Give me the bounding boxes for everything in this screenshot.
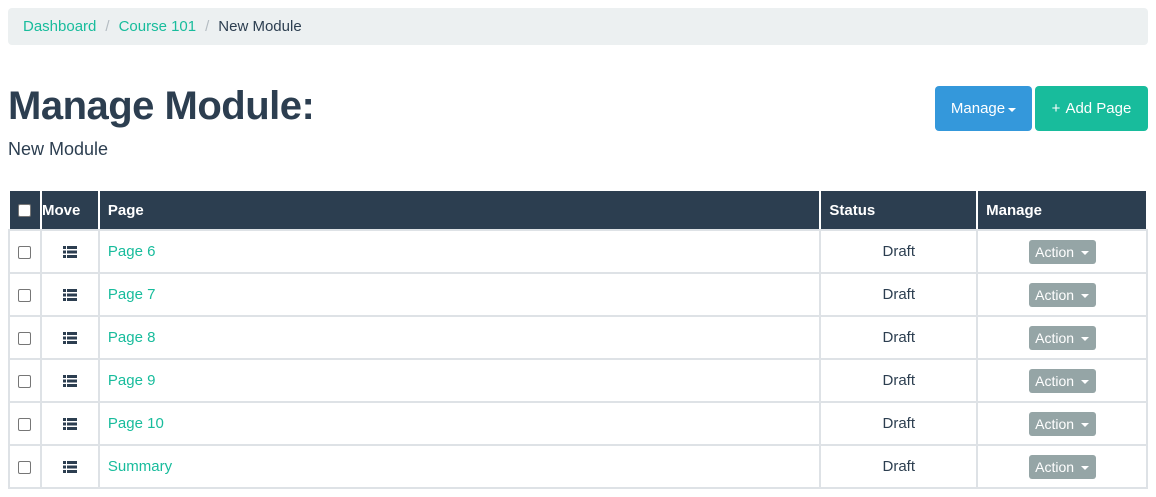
row-checkbox[interactable] <box>18 245 32 259</box>
row-checkbox[interactable] <box>18 331 32 345</box>
row-manage-cell: Action <box>976 315 1148 360</box>
row-select-cell <box>8 229 42 274</box>
row-page-cell: Page 10 <box>97 401 822 446</box>
manage-dropdown-button[interactable]: Manage <box>935 86 1032 131</box>
page-link[interactable]: Page 9 <box>108 372 156 389</box>
add-page-label: Add Page <box>1065 100 1132 117</box>
action-dropdown-button[interactable]: Action <box>1028 368 1096 393</box>
action-dropdown-button[interactable]: Action <box>1028 239 1096 264</box>
page-link[interactable]: Page 10 <box>108 415 164 432</box>
select-all-checkbox[interactable] <box>18 204 32 218</box>
row-status: Draft <box>819 358 979 403</box>
header-move: Move <box>39 189 100 231</box>
row-select-cell <box>8 444 42 489</box>
row-move-cell <box>39 444 100 489</box>
row-select-cell <box>8 401 42 446</box>
list-icon[interactable] <box>62 375 77 388</box>
caret-down-icon <box>1081 465 1090 470</box>
action-button-label: Action <box>1035 372 1075 389</box>
row-manage-cell: Action <box>976 444 1148 489</box>
table-row: Page 6 Draft Action <box>8 229 1148 274</box>
page-link[interactable]: Page 7 <box>108 286 156 303</box>
row-checkbox[interactable] <box>18 288 32 302</box>
action-dropdown-button[interactable]: Action <box>1028 325 1096 350</box>
caret-down-icon <box>1008 107 1017 112</box>
breadcrumb-separator: / <box>205 18 210 35</box>
plus-icon: + <box>1051 100 1061 117</box>
row-select-cell <box>8 315 42 360</box>
row-move-cell <box>39 358 100 403</box>
row-status: Draft <box>819 229 979 274</box>
action-dropdown-button[interactable]: Action <box>1028 411 1096 436</box>
row-status: Draft <box>819 444 979 489</box>
row-checkbox[interactable] <box>18 417 32 431</box>
page-link[interactable]: Page 8 <box>108 329 156 346</box>
page-link[interactable]: Summary <box>108 458 172 475</box>
breadcrumb-current: New Module <box>218 18 302 35</box>
page-title: Manage Module: <box>8 84 315 128</box>
action-button-label: Action <box>1035 458 1075 475</box>
row-status: Draft <box>819 401 979 446</box>
action-button-label: Action <box>1035 243 1075 260</box>
action-dropdown-button[interactable]: Action <box>1028 454 1096 479</box>
table-header-row: Move Page Status Manage <box>8 189 1148 231</box>
row-manage-cell: Action <box>976 358 1148 403</box>
page-subtitle: New Module <box>8 139 109 159</box>
row-select-cell <box>8 272 42 317</box>
row-page-cell: Page 7 <box>97 272 822 317</box>
header-select-all <box>8 189 42 231</box>
row-move-cell <box>39 315 100 360</box>
row-manage-cell: Action <box>976 272 1148 317</box>
caret-down-icon <box>1081 250 1090 255</box>
manage-button-label: Manage <box>950 100 1006 117</box>
header-manage: Manage <box>976 189 1148 231</box>
header-status: Status <box>819 189 979 231</box>
list-icon[interactable] <box>62 418 77 431</box>
table-row: Page 7 Draft Action <box>8 272 1148 317</box>
caret-down-icon <box>1081 422 1090 427</box>
table-row: Summary Draft Action <box>8 444 1148 489</box>
row-checkbox[interactable] <box>18 374 32 388</box>
caret-down-icon <box>1081 379 1090 384</box>
row-select-cell <box>8 358 42 403</box>
row-page-cell: Summary <box>97 444 822 489</box>
row-checkbox[interactable] <box>18 460 32 474</box>
action-button-label: Action <box>1035 329 1075 346</box>
action-button-label: Action <box>1035 286 1075 303</box>
caret-down-icon <box>1081 293 1090 298</box>
table-row: Page 10 Draft Action <box>8 401 1148 446</box>
list-icon[interactable] <box>62 246 77 259</box>
breadcrumb-separator: / <box>105 18 110 35</box>
action-dropdown-button[interactable]: Action <box>1028 282 1096 307</box>
table-row: Page 8 Draft Action <box>8 315 1148 360</box>
row-move-cell <box>39 272 100 317</box>
row-status: Draft <box>819 272 979 317</box>
header-page: Page <box>97 189 822 231</box>
action-button-label: Action <box>1035 415 1075 432</box>
table-row: Page 9 Draft Action <box>8 358 1148 403</box>
breadcrumb-link-course[interactable]: Course 101 <box>119 18 197 35</box>
row-page-cell: Page 8 <box>97 315 822 360</box>
breadcrumb: Dashboard / Course 101 / New Module <box>8 8 1148 45</box>
add-page-button[interactable]: + Add Page <box>1035 86 1148 131</box>
row-manage-cell: Action <box>976 229 1148 274</box>
row-page-cell: Page 9 <box>97 358 822 403</box>
list-icon[interactable] <box>62 332 77 345</box>
pages-table: Move Page Status Manage Page 6 Draft Act… <box>8 189 1148 489</box>
row-manage-cell: Action <box>976 401 1148 446</box>
page-link[interactable]: Page 6 <box>108 243 156 260</box>
row-page-cell: Page 6 <box>97 229 822 274</box>
breadcrumb-link-dashboard[interactable]: Dashboard <box>23 18 96 35</box>
row-move-cell <box>39 229 100 274</box>
list-icon[interactable] <box>62 289 77 302</box>
row-move-cell <box>39 401 100 446</box>
row-status: Draft <box>819 315 979 360</box>
list-icon[interactable] <box>62 461 77 474</box>
caret-down-icon <box>1081 336 1090 341</box>
